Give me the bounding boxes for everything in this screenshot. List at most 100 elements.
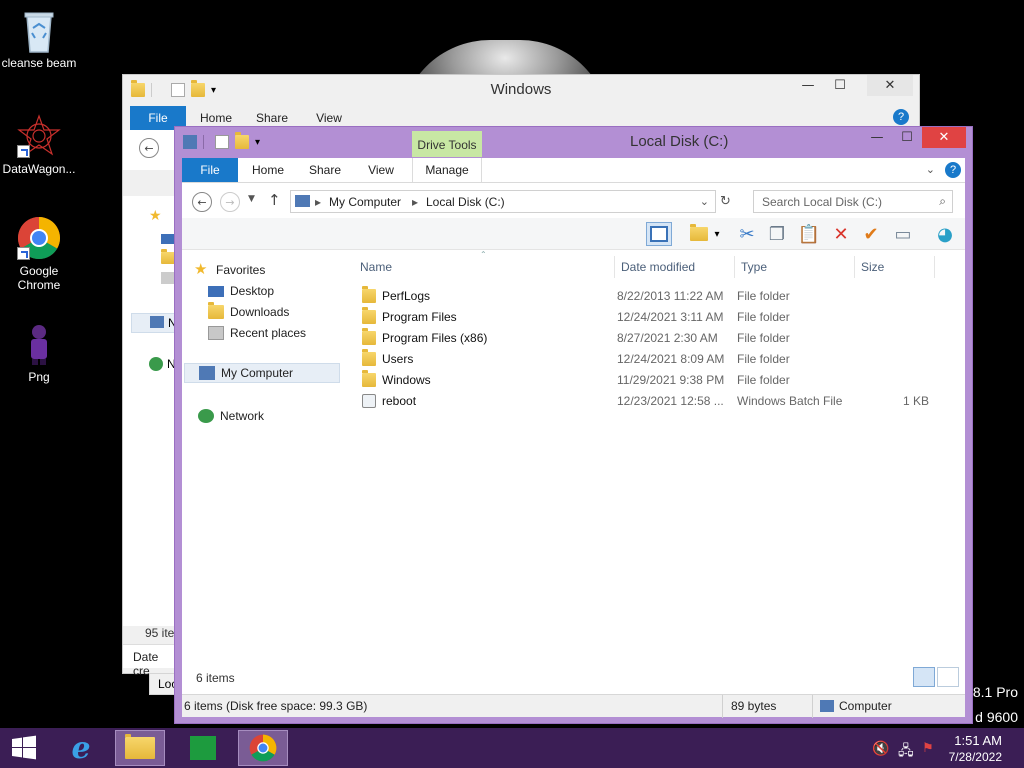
details-view-icon[interactable] bbox=[913, 667, 935, 687]
rename-icon[interactable]: ▭ bbox=[890, 222, 916, 246]
new-folder-icon[interactable] bbox=[235, 132, 249, 149]
close-button[interactable]: ✕ bbox=[867, 75, 913, 96]
address-dropdown-icon[interactable]: ⌄ bbox=[700, 195, 709, 208]
taskbar-internet-explorer[interactable]: e bbox=[56, 730, 106, 766]
nav-item-my-computer[interactable]: My Computer bbox=[184, 363, 340, 383]
table-row[interactable]: Windows 11/29/2021 9:38 PM File folder bbox=[352, 370, 965, 391]
help-icon[interactable]: ? bbox=[945, 162, 961, 178]
start-button[interactable] bbox=[0, 730, 48, 766]
clock-time[interactable]: 1:51 AM bbox=[954, 733, 1002, 748]
preview-pane-icon[interactable] bbox=[646, 222, 672, 246]
status-disk-free: 6 items (Disk free space: 99.3 GB) bbox=[184, 699, 368, 713]
store-icon bbox=[190, 736, 216, 760]
table-row[interactable]: Users 12/24/2021 8:09 AM File folder bbox=[352, 349, 965, 370]
items-count: 6 items bbox=[196, 671, 235, 685]
folder-icon bbox=[362, 349, 376, 366]
table-row[interactable]: PerfLogs 8/22/2013 11:22 AM File folder bbox=[352, 286, 965, 307]
column-header-size[interactable]: Size bbox=[861, 260, 884, 274]
window-title: Local Disk (C:) bbox=[630, 133, 729, 150]
recent-places-icon bbox=[161, 272, 175, 284]
desktop-icon-png[interactable]: Png bbox=[1, 322, 77, 384]
recent-locations-dropdown-icon[interactable]: ▼ bbox=[248, 194, 255, 204]
back-button[interactable]: ← bbox=[139, 138, 159, 158]
desktop-icon-label: DataWagon... bbox=[2, 162, 76, 176]
recycle-bin-icon bbox=[17, 8, 61, 53]
desktop-icon-google-chrome[interactable]: Google Chrome bbox=[1, 216, 77, 292]
breadcrumb-my-computer[interactable]: My Computer bbox=[329, 195, 401, 209]
ribbon-expand-chevron-icon[interactable]: ⌄ bbox=[926, 163, 935, 176]
maximize-button[interactable]: ☐ bbox=[892, 127, 922, 148]
taskbar-file-explorer[interactable] bbox=[115, 730, 165, 766]
column-header-type[interactable]: Type bbox=[741, 260, 767, 274]
tab-share[interactable]: Share bbox=[302, 158, 348, 182]
address-bar[interactable]: ▸ My Computer ▸ Local Disk (C:) ⌄ bbox=[290, 190, 716, 213]
minimize-button[interactable]: — bbox=[793, 75, 823, 96]
select-folder-icon[interactable] bbox=[686, 222, 712, 246]
nav-item-desktop[interactable]: Desktop bbox=[208, 281, 366, 301]
cut-icon[interactable]: ✂ bbox=[734, 222, 760, 246]
help-icon[interactable]: ? bbox=[893, 109, 909, 125]
action-center-flag-icon[interactable]: ⚑ bbox=[922, 740, 934, 768]
delete-icon[interactable]: ✕ bbox=[828, 222, 854, 246]
back-button[interactable]: ← bbox=[192, 192, 212, 212]
window-body: File Home Share View Manage ⌄ ? ← → ▼ ↑ … bbox=[182, 158, 965, 718]
refresh-icon[interactable]: ↻ bbox=[720, 194, 731, 209]
toolbar-dropdown-icon[interactable]: ▾ bbox=[710, 222, 724, 246]
status-bar: 6 items (Disk free space: 99.3 GB) 89 by… bbox=[182, 694, 965, 718]
minimize-button[interactable]: — bbox=[862, 127, 892, 148]
network-icon bbox=[198, 409, 214, 423]
chrome-icon bbox=[17, 216, 61, 260]
search-input[interactable]: Search Local Disk (C:) ⌕ bbox=[753, 190, 953, 213]
copy-icon[interactable]: ❐ bbox=[764, 222, 790, 246]
folder-icon bbox=[362, 328, 376, 345]
breadcrumb-local-disk[interactable]: Local Disk (C:) bbox=[426, 195, 505, 209]
search-icon: ⌕ bbox=[939, 194, 946, 208]
png-image-icon bbox=[17, 322, 61, 366]
tab-manage[interactable]: Manage bbox=[412, 158, 482, 182]
network-status-icon[interactable]: 🖧 bbox=[898, 740, 914, 768]
close-button[interactable]: ✕ bbox=[922, 127, 966, 148]
desktop-icon-label: Google Chrome bbox=[17, 264, 61, 292]
breadcrumb-separator-icon: ▸ bbox=[315, 195, 322, 209]
desktop-icon-datawagon[interactable]: DataWagon... bbox=[1, 114, 77, 176]
tab-view[interactable]: View bbox=[358, 158, 404, 182]
folder-icon bbox=[362, 286, 376, 303]
column-header-name[interactable]: Name bbox=[360, 260, 392, 274]
nav-item-recent-places[interactable]: Recent places bbox=[208, 323, 366, 343]
volume-muted-icon[interactable]: 🔇 bbox=[872, 740, 889, 768]
large-icons-view-icon[interactable] bbox=[937, 667, 959, 687]
taskbar-store[interactable] bbox=[178, 730, 228, 766]
file-list: Name ⌃ Date modified Type Size PerfLogs … bbox=[352, 250, 965, 687]
table-row[interactable]: reboot 12/23/2021 12:58 ... Windows Batc… bbox=[352, 391, 965, 412]
table-row[interactable]: Program Files 12/24/2021 3:11 AM File fo… bbox=[352, 307, 965, 328]
tab-home[interactable]: Home bbox=[245, 158, 291, 182]
clock-date[interactable]: 7/28/2022 bbox=[949, 750, 1002, 764]
title-bar[interactable]: ▾ Drive Tools Local Disk (C:) — ☐ ✕ bbox=[175, 127, 972, 157]
apply-check-icon[interactable]: ✔ bbox=[858, 222, 884, 246]
folder-icon bbox=[362, 307, 376, 324]
shortcut-arrow-icon bbox=[17, 145, 30, 158]
column-header-date-modified[interactable]: Date modified bbox=[621, 260, 695, 274]
properties-icon[interactable] bbox=[215, 135, 229, 149]
paste-icon[interactable]: 📋 bbox=[796, 222, 822, 246]
nav-item-downloads[interactable]: Downloads bbox=[208, 302, 366, 322]
nav-item-network[interactable]: Network bbox=[198, 406, 356, 426]
up-button[interactable]: ↑ bbox=[268, 191, 281, 209]
customize-shell-icon[interactable]: ◕ bbox=[932, 222, 958, 246]
taskbar: e 🔇 🖧 ⚑ 1:51 AM 7/28/2022 bbox=[0, 728, 1024, 768]
qat-dropdown-icon[interactable]: ▾ bbox=[255, 137, 260, 148]
command-toolbar: ▾ ✂ ❐ 📋 ✕ ✔ ▭ ◕ bbox=[182, 218, 965, 250]
file-explorer-icon bbox=[125, 734, 155, 759]
items-count-partial: 95 ite bbox=[145, 626, 175, 640]
table-row[interactable]: Program Files (x86) 8/27/2021 2:30 AM Fi… bbox=[352, 328, 965, 349]
title-bar[interactable]: ▾ Windows — ☐ ✕ bbox=[123, 75, 919, 105]
nav-item-computer-selected[interactable]: N bbox=[131, 313, 177, 333]
tab-file[interactable]: File bbox=[182, 158, 238, 182]
taskbar-google-chrome[interactable] bbox=[238, 730, 288, 766]
forward-button[interactable]: → bbox=[220, 192, 240, 212]
desktop-icon-small bbox=[161, 234, 175, 244]
explorer-window-local-disk[interactable]: ▾ Drive Tools Local Disk (C:) — ☐ ✕ File… bbox=[174, 126, 973, 724]
maximize-button[interactable]: ☐ bbox=[825, 75, 855, 96]
desktop-icon-recycle-bin[interactable]: cleanse beam bbox=[1, 8, 77, 70]
nav-item-favorites[interactable]: ★ Favorites bbox=[194, 260, 352, 280]
